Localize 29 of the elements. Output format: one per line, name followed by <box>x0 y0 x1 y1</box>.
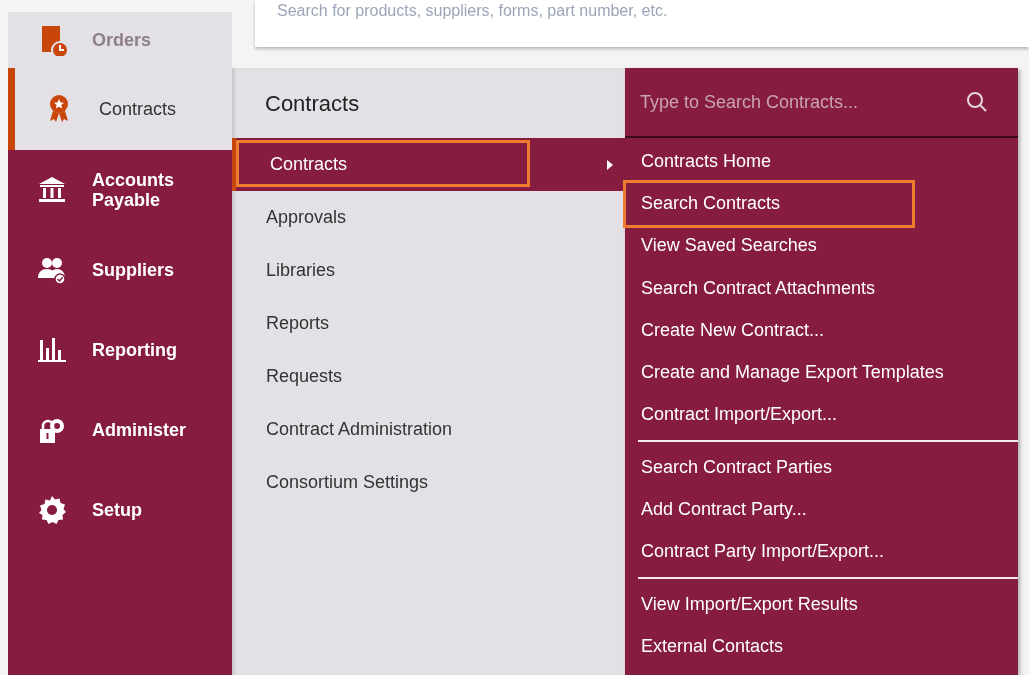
submenu-item[interactable]: Reports <box>232 297 625 350</box>
flyout-menu-item[interactable]: Create New Contract... <box>625 309 1018 352</box>
flyout-menu-item[interactable]: Search Contracts <box>625 182 1018 225</box>
sidebar-item[interactable]: Administer <box>8 390 232 470</box>
flyout-search-field[interactable]: Type to Search Contracts... <box>640 88 966 116</box>
sidebar-item[interactable]: Reporting <box>8 310 232 390</box>
submenu-title: Contracts <box>265 89 360 118</box>
flyout-menu-item[interactable]: Contract Import/Export... <box>625 393 1018 437</box>
submenu-item[interactable]: Contract Administration <box>232 403 625 456</box>
flyout-menu-item[interactable]: Contracts Home <box>625 140 1018 183</box>
sidebar-item[interactable]: Accounts Payable <box>8 150 232 230</box>
submenu-item[interactable]: Consortium Settings <box>232 456 625 509</box>
submenu-item[interactable]: Libraries <box>232 244 625 297</box>
flyout-menu-item[interactable]: Contract Party Import/Export... <box>625 530 1018 573</box>
flyout-menu-item[interactable]: View Saved Searches <box>625 224 1018 267</box>
flyout-menu-item[interactable]: Search Contract Parties <box>625 446 1018 489</box>
search-field[interactable]: Search for products, suppliers, forms, part number, etc. <box>255 0 1029 47</box>
sidebar-item[interactable]: Setup <box>8 470 232 550</box>
submenu-item[interactable]: Approvals <box>232 191 625 244</box>
flyout-menu-item[interactable]: View Import/Export Results <box>625 582 1018 626</box>
flyout-menu-item[interactable]: Search Contract Attachments <box>625 266 1018 310</box>
search-icon[interactable] <box>966 91 988 113</box>
sidebar-item[interactable]: Contracts <box>8 68 232 150</box>
flyout-menu-item[interactable]: Add Contract Party... <box>625 488 1018 531</box>
submenu-item[interactable]: Contracts <box>232 138 625 191</box>
submenu-item[interactable]: Requests <box>232 350 625 403</box>
flyout-menu-item[interactable]: External Contacts <box>625 625 1018 668</box>
sidebar-item[interactable]: Suppliers <box>8 230 232 310</box>
flyout-menu-item[interactable]: Create and Manage Export Templates <box>625 351 1018 394</box>
